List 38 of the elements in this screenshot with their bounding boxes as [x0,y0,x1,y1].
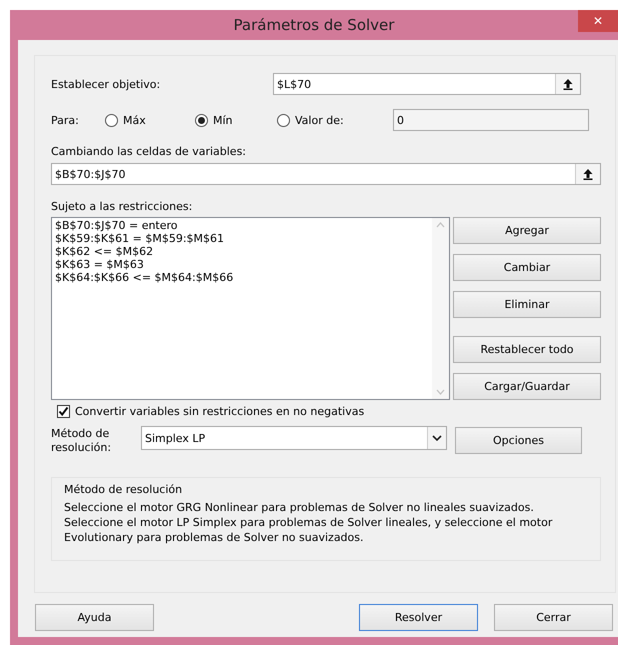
field-label: Para: [51,114,80,126]
input-field[interactable]: $B$70:$J$70 [51,163,601,185]
dialog-button[interactable]: Ayuda [35,604,154,631]
checkbox-label: Convertir variables sin restricciones en no negativas [75,405,364,418]
description-text: Seleccione el motor GRG Nonlinear para problemas de Solver no lineales suavizados. Seleccione el motor LP Simplex para problemas de Solver lineales, y seleccione el motor Evolutionary para problemas de Solver no suavizados. [64,500,554,545]
radio-button[interactable]: Valor de: [277,114,393,126]
method-dropdown[interactable]: Simplex LP [141,426,447,450]
field-label: Sujeto a las restricciones: [51,200,192,213]
options-button[interactable]: Opciones [455,427,582,454]
description-title: Método de resolución [64,483,182,496]
action-button[interactable]: Agregar [453,217,601,244]
list-item[interactable]: $K$62 <= $M$62 [55,245,154,258]
dialog-button[interactable]: Cerrar [494,604,613,631]
action-button[interactable]: Cambiar [453,254,601,281]
list-item[interactable]: $K$59:$K$61 = $M$59:$M$61 [55,232,224,245]
close-button[interactable]: ✕ [578,10,618,32]
collapse-button[interactable] [575,164,600,184]
input-field[interactable]: $L$70 [273,73,581,95]
constraints-list[interactable]: $B$70:$J$70 = entero $K$59:$K$61 = $M$59:$M$61 $K$62 <= $M$62 $K$63 = $M$63 $K$64:$K$66 <= $M$64:$M$66 [51,217,450,400]
dialog-button[interactable]: Resolver [359,604,478,631]
input-field[interactable]: 0 [393,109,589,131]
up-arrow-icon [563,78,573,90]
field-label: Establecer objetivo: [51,78,162,90]
action-button[interactable]: Restablecer todo [453,336,601,363]
field-label: Método de resolución: [51,427,112,455]
collapse-button[interactable] [555,74,580,94]
chevron-down-icon [432,435,442,441]
list-item[interactable]: $K$64:$K$66 <= $M$64:$M$66 [55,271,234,284]
action-button[interactable]: Cargar/Guardar [453,373,601,400]
field-label: Cambiando las celdas de variables: [51,145,246,158]
action-button[interactable]: Eliminar [453,291,601,318]
checkbox[interactable] [57,405,70,418]
list-item[interactable]: $B$70:$J$70 = entero [55,219,178,232]
up-arrow-icon [583,168,593,180]
radio-button[interactable]: Mín [195,114,277,126]
list-item[interactable]: $K$63 = $M$63 [55,258,144,271]
window-title: Parámetros de Solver [232,16,396,34]
radio-button[interactable]: Máx [105,114,195,126]
